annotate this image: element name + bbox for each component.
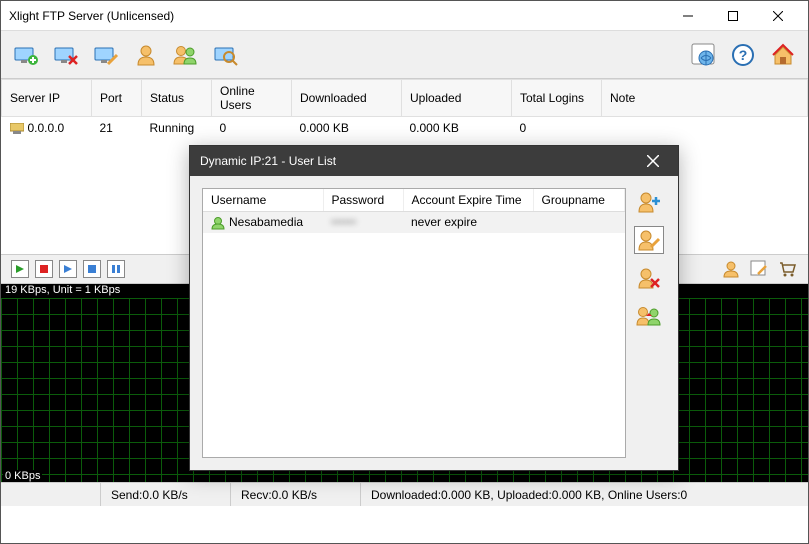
col-port[interactable]: Port [92, 80, 142, 117]
col-groupname[interactable]: Groupname [533, 189, 625, 212]
user-username: Nesabamedia [229, 215, 303, 229]
server-uploaded: 0.000 KB [402, 117, 512, 140]
delete-server-button[interactable] [51, 40, 81, 70]
pause-button[interactable] [107, 260, 125, 278]
search-button[interactable] [211, 40, 241, 70]
edit-small-button[interactable] [748, 258, 770, 280]
status-empty [1, 483, 101, 506]
play-button[interactable] [59, 260, 77, 278]
col-status[interactable]: Status [142, 80, 212, 117]
status-summary: Downloaded:0.000 KB, Uploaded:0.000 KB, … [361, 483, 808, 506]
server-icon [10, 123, 24, 135]
status-bar: Send:0.0 KB/s Recv:0.0 KB/s Downloaded:0… [1, 482, 808, 506]
col-downloaded[interactable]: Downloaded [292, 80, 402, 117]
graph-top-label: 19 KBps, Unit = 1 KBps [3, 284, 122, 296]
col-uploaded[interactable]: Uploaded [402, 80, 512, 117]
col-expire[interactable]: Account Expire Time [403, 189, 533, 212]
dialog-title: Dynamic IP:21 - User List [200, 154, 638, 168]
server-logins: 0 [512, 117, 602, 140]
user-list-dialog: Dynamic IP:21 - User List Username Passw… [189, 145, 679, 471]
col-username[interactable]: Username [203, 189, 323, 212]
stop-button[interactable] [35, 260, 53, 278]
dialog-side-toolbar [632, 188, 666, 458]
col-note[interactable]: Note [602, 80, 808, 117]
user-row[interactable]: Nesabamedia •••••• never expire [203, 212, 625, 233]
cart-button[interactable] [776, 258, 798, 280]
main-toolbar: ? [1, 31, 808, 79]
user-button[interactable] [131, 40, 161, 70]
dialog-titlebar[interactable]: Dynamic IP:21 - User List [190, 146, 678, 176]
status-recv: Recv:0.0 KB/s [231, 483, 361, 506]
status-send: Send:0.0 KB/s [101, 483, 231, 506]
window-title: Xlight FTP Server (Unlicensed) [9, 9, 665, 23]
user-group [533, 212, 625, 233]
server-row[interactable]: 0.0.0.0 21 Running 0 0.000 KB 0.000 KB 0 [2, 117, 808, 140]
graph-bottom-label: 0 KBps [3, 470, 42, 482]
group-button[interactable] [171, 40, 201, 70]
step-button[interactable] [83, 260, 101, 278]
user-expire: never expire [403, 212, 533, 233]
home-button[interactable] [768, 40, 798, 70]
server-note [602, 117, 808, 140]
server-downloaded: 0.000 KB [292, 117, 402, 140]
user-icon [211, 216, 225, 230]
edit-user-button[interactable] [634, 226, 664, 254]
user-password: •••••• [331, 215, 356, 229]
titlebar: Xlight FTP Server (Unlicensed) [1, 1, 808, 31]
col-server-ip[interactable]: Server IP [2, 80, 92, 117]
edit-server-button[interactable] [91, 40, 121, 70]
add-server-button[interactable] [11, 40, 41, 70]
minimize-button[interactable] [665, 1, 710, 31]
server-ip: 0.0.0.0 [28, 121, 65, 135]
globe-settings-button[interactable] [688, 40, 718, 70]
help-button[interactable]: ? [728, 40, 758, 70]
user-small-button[interactable] [720, 258, 742, 280]
svg-text:?: ? [739, 47, 748, 63]
copy-user-button[interactable] [634, 302, 664, 330]
play-start-button[interactable] [11, 260, 29, 278]
col-online[interactable]: Online Users [212, 80, 292, 117]
maximize-button[interactable] [710, 1, 755, 31]
server-status: Running [142, 117, 212, 140]
server-online: 0 [212, 117, 292, 140]
add-user-button[interactable] [634, 188, 664, 216]
server-port: 21 [92, 117, 142, 140]
delete-user-button[interactable] [634, 264, 664, 292]
close-button[interactable] [755, 1, 800, 31]
dialog-close-button[interactable] [638, 146, 668, 176]
col-logins[interactable]: Total Logins [512, 80, 602, 117]
user-list[interactable]: Username Password Account Expire Time Gr… [202, 188, 626, 458]
col-password[interactable]: Password [323, 189, 403, 212]
